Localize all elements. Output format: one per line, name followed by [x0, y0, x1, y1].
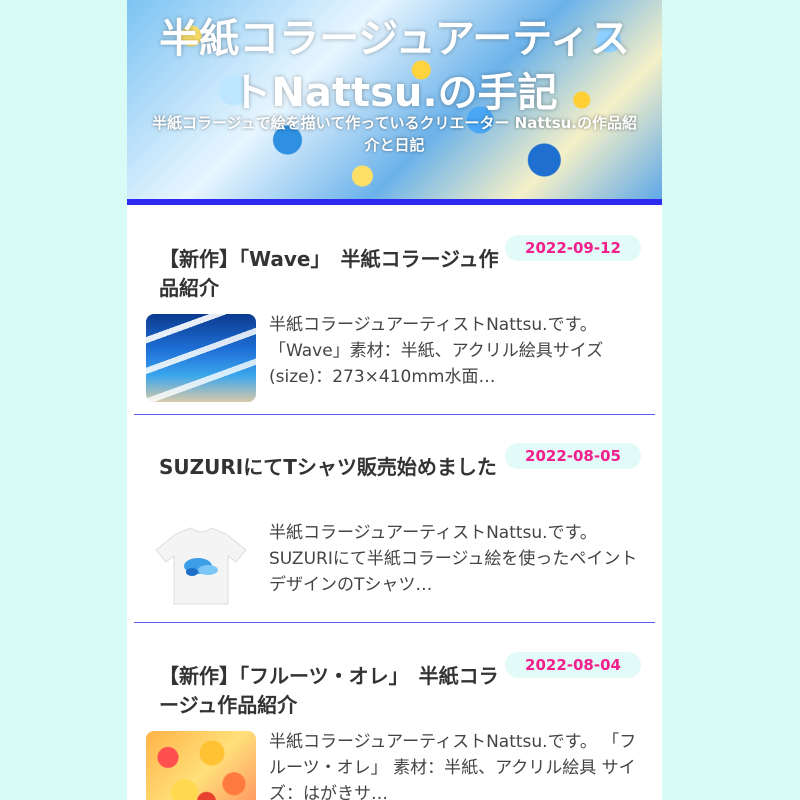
tshirt-icon [155, 527, 247, 605]
post-card[interactable]: 2022-08-05 SUZURIにてTシャツ販売始めました 半紙コラージュアー… [134, 413, 655, 623]
post-date: 2022-08-04 [505, 652, 641, 678]
post-excerpt: 半紙コラージュアーティストNattsu.です。 SUZURIにて半紙コラージュ絵… [269, 523, 638, 595]
post-title[interactable]: 【新作】「フルーツ・オレ」 半紙コラージュ作品紹介 [159, 662, 509, 720]
post-title[interactable]: SUZURIにてTシャツ販売始めました [159, 453, 509, 482]
post-card[interactable]: 2022-09-12 【新作】「Wave」 半紙コラージュ作品紹介 半紙コラージ… [134, 205, 655, 415]
post-excerpt: 半紙コラージュアーティストNattsu.です。 「フルーツ・オレ」 素材：半紙、… [269, 732, 637, 800]
tshirt-thumbnail[interactable] [146, 522, 256, 610]
site-header[interactable]: 半紙コラージュアーティストNattsu.の手記 半紙コラージュで絵を描いて作って… [127, 0, 662, 200]
post-excerpt: 半紙コラージュアーティストNattsu.です。 「Wave」素材：半紙、アクリル… [269, 315, 604, 387]
site-title[interactable]: 半紙コラージュアーティストNattsu.の手記 [127, 12, 662, 120]
post-date: 2022-09-12 [505, 235, 641, 261]
post-date: 2022-08-05 [505, 443, 641, 469]
post-title[interactable]: 【新作】「Wave」 半紙コラージュ作品紹介 [159, 245, 509, 303]
post-card[interactable]: 2022-08-04 【新作】「フルーツ・オレ」 半紙コラージュ作品紹介 半紙コ… [134, 622, 655, 800]
site-subtitle: 半紙コラージュで絵を描いて作っているクリエーター Nattsu.の作品紹介と日記 [152, 114, 637, 154]
fruit-artwork-thumbnail[interactable] [146, 731, 256, 800]
wave-artwork-thumbnail[interactable] [146, 314, 256, 402]
blog-page: 半紙コラージュアーティストNattsu.の手記 半紙コラージュで絵を描いて作って… [127, 0, 662, 800]
